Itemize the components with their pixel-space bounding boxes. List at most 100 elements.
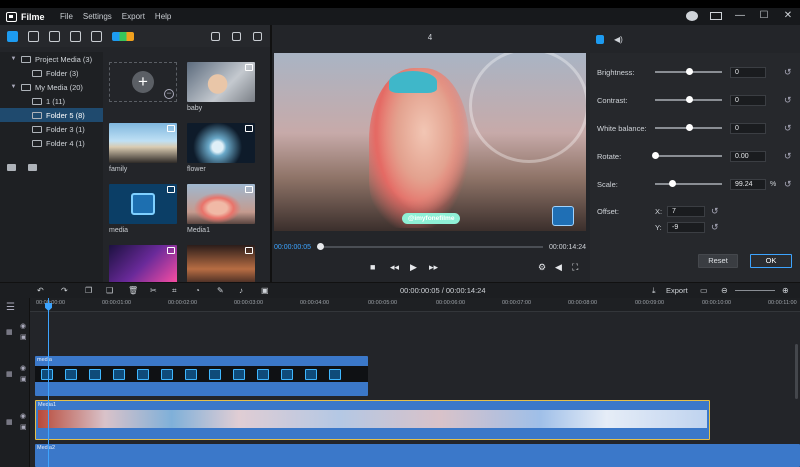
delete-icon[interactable]: 🗑: [128, 286, 138, 295]
list-view-icon[interactable]: [253, 31, 262, 41]
reset-icon[interactable]: ↺: [711, 206, 719, 217]
lock-icon[interactable]: ▣: [20, 423, 27, 431]
new-folder-icon[interactable]: [7, 164, 16, 171]
time-ruler[interactable]: 00:00:00:00 00:00:01:00 00:00:02:00 00:0…: [30, 298, 800, 312]
reset-button[interactable]: Reset: [698, 254, 738, 268]
white-balance-value[interactable]: 0: [730, 122, 766, 134]
expand-icon[interactable]: ▼: [10, 84, 17, 90]
brightness-value[interactable]: 0: [730, 66, 766, 78]
media-tile-baby[interactable]: baby: [187, 62, 255, 114]
eye-icon[interactable]: ◉: [20, 322, 26, 330]
contrast-slider[interactable]: [655, 96, 722, 103]
scale-slider[interactable]: [655, 180, 722, 187]
white-balance-slider[interactable]: [655, 124, 722, 131]
tree-item-folder-3[interactable]: Folder 3 (1): [0, 122, 103, 136]
reset-icon[interactable]: ↺: [784, 151, 792, 162]
brightness-slider[interactable]: [655, 68, 722, 75]
reset-icon[interactable]: ↺: [784, 67, 792, 78]
account-icon[interactable]: [686, 10, 698, 21]
step-back-icon[interactable]: ◂◂: [390, 262, 399, 273]
panel-divider[interactable]: [270, 25, 272, 282]
rotate-value[interactable]: 0.00: [730, 150, 766, 162]
preview-progress[interactable]: [316, 243, 544, 250]
preview-canvas[interactable]: @imyfonefilme: [274, 53, 586, 231]
play-icon[interactable]: ▶: [410, 262, 417, 273]
eye-icon[interactable]: ◉: [20, 412, 26, 420]
offset-x-input[interactable]: 7: [667, 206, 705, 217]
menu-settings[interactable]: Settings: [83, 12, 112, 21]
zoom-slider[interactable]: [735, 290, 775, 291]
contrast-value[interactable]: 0: [730, 94, 766, 106]
slider-knob[interactable]: [685, 96, 693, 103]
menu-icon[interactable]: ☰: [6, 302, 15, 313]
remove-icon[interactable]: −: [164, 89, 174, 99]
slider-knob[interactable]: [685, 124, 693, 131]
text-tab-icon[interactable]: [70, 30, 81, 42]
crop-icon[interactable]: ⌗: [172, 286, 177, 296]
undo-icon[interactable]: ↶: [37, 286, 44, 295]
zoom-out-icon[interactable]: ⊖: [721, 286, 728, 295]
slider-knob[interactable]: [685, 68, 693, 75]
media-tile-family[interactable]: family: [109, 123, 177, 175]
edit-icon[interactable]: ✎: [217, 286, 224, 295]
tree-item-folder-5[interactable]: Folder 5 (8): [0, 108, 103, 122]
reset-icon[interactable]: ↺: [711, 222, 719, 233]
rotate-slider[interactable]: [652, 152, 722, 159]
settings-icon[interactable]: ⚙: [538, 262, 546, 273]
copy-icon[interactable]: ❐: [85, 286, 92, 295]
split-icon[interactable]: ✂: [150, 286, 157, 295]
paste-icon[interactable]: ❑: [106, 286, 113, 295]
volume-icon[interactable]: ◀: [555, 262, 562, 273]
menu-help[interactable]: Help: [155, 12, 171, 21]
redo-icon[interactable]: ↷: [61, 286, 68, 295]
tree-item-my-media[interactable]: ▼ My Media (20): [0, 80, 103, 94]
lock-icon[interactable]: ▣: [20, 375, 27, 383]
tree-item-folder[interactable]: Folder (3): [0, 66, 103, 80]
progress-knob[interactable]: [316, 243, 324, 250]
maximize-icon[interactable]: ☐: [758, 10, 770, 21]
zoom-in-icon[interactable]: ⊕: [782, 286, 789, 295]
slider-knob[interactable]: [652, 152, 659, 159]
menu-file[interactable]: File: [60, 12, 73, 21]
close-icon[interactable]: ✕: [782, 10, 794, 21]
media-tab-icon[interactable]: [7, 30, 18, 42]
clip-media1[interactable]: Media1: [35, 400, 710, 440]
export-icon[interactable]: ⤓: [652, 286, 656, 296]
slider-knob[interactable]: [668, 180, 676, 187]
ok-button[interactable]: OK: [750, 254, 792, 268]
export-button[interactable]: Export: [666, 286, 688, 295]
layers-icon[interactable]: [211, 31, 220, 41]
color-tab-icon[interactable]: [112, 31, 134, 41]
add-media-button[interactable]: + −: [109, 62, 177, 102]
grid-view-icon[interactable]: [232, 31, 241, 41]
timeline-scrollbar[interactable]: [795, 344, 798, 399]
minimize-icon[interactable]: —: [734, 10, 746, 21]
tree-item-1[interactable]: 1 (11): [0, 94, 103, 108]
scale-value[interactable]: 99.24: [730, 178, 766, 190]
overlay-tag[interactable]: @imyfonefilme: [402, 213, 461, 224]
effects-tab-icon[interactable]: [28, 30, 39, 42]
media-tile-video[interactable]: [109, 245, 177, 282]
offset-y-input[interactable]: -9: [667, 222, 705, 233]
mail-icon[interactable]: [710, 11, 722, 20]
eye-icon[interactable]: ◉: [20, 364, 26, 372]
add-media-tile[interactable]: + −: [109, 62, 177, 102]
record-video-icon[interactable]: ▣: [261, 286, 269, 295]
playhead[interactable]: [48, 298, 49, 467]
media-tile-media[interactable]: media: [109, 184, 177, 236]
expand-icon[interactable]: ▼: [10, 56, 17, 62]
speed-icon[interactable]: ◔: [195, 286, 200, 295]
reset-icon[interactable]: ↺: [784, 123, 792, 134]
media-tile-flower[interactable]: flower: [187, 123, 255, 175]
clip-media2[interactable]: Media2: [35, 444, 800, 467]
record-audio-icon[interactable]: ♪: [239, 286, 243, 295]
clip-media[interactable]: media: [35, 356, 368, 396]
tree-item-project-media[interactable]: ▼ Project Media (3): [0, 52, 103, 66]
lock-icon[interactable]: ▣: [20, 333, 27, 341]
video-properties-icon[interactable]: [596, 34, 604, 44]
elements-tab-icon[interactable]: [91, 30, 102, 42]
step-forward-icon[interactable]: ▸▸: [429, 262, 438, 273]
transitions-tab-icon[interactable]: [49, 30, 60, 42]
reset-icon[interactable]: ↺: [784, 95, 792, 106]
media-tile-media1[interactable]: Media1: [187, 184, 255, 236]
